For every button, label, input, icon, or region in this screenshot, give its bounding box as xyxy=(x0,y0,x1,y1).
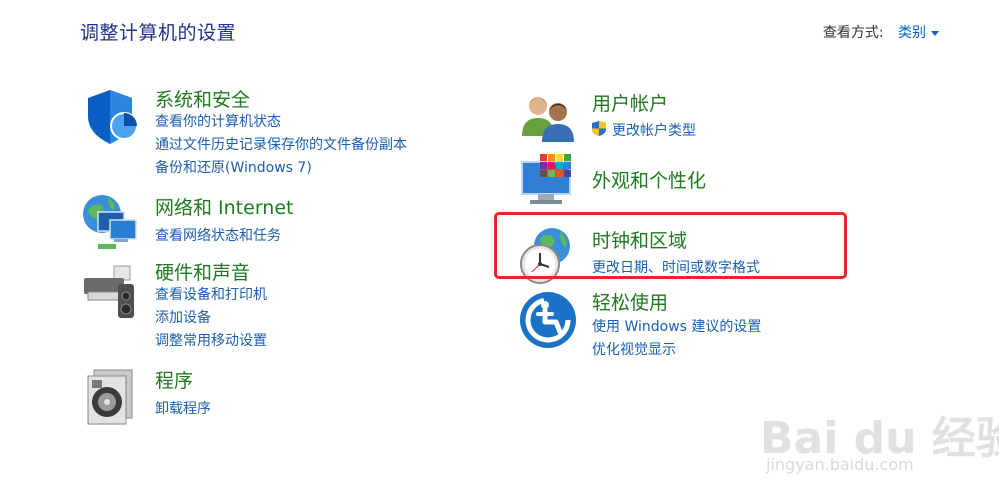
link-backup-restore[interactable]: 备份和还原(Windows 7) xyxy=(155,157,312,177)
uac-shield-icon xyxy=(592,121,606,136)
link-devices-printers[interactable]: 查看设备和打印机 xyxy=(155,284,267,304)
category-title-system-security[interactable]: 系统和安全 xyxy=(155,85,250,112)
highlight-box xyxy=(494,212,847,279)
link-network-status[interactable]: 查看网络状态和任务 xyxy=(155,225,281,245)
view-by-label: 查看方式: xyxy=(822,25,884,41)
link-change-account-type[interactable]: 更改帐户类型 xyxy=(612,120,696,140)
printer-icon xyxy=(84,265,134,318)
programs-disc-icon xyxy=(87,369,133,425)
view-by-dropdown[interactable]: 类别 xyxy=(898,25,939,41)
category-title-appearance[interactable]: 外观和个性化 xyxy=(592,166,706,193)
category-title-network-internet[interactable]: 网络和 Internet xyxy=(155,193,293,220)
link-mobility-settings[interactable]: 调整常用移动设置 xyxy=(155,330,267,350)
view-by: 查看方式: 类别 xyxy=(823,22,939,42)
baidu-watermark-url: jingyan.baidu.com xyxy=(766,455,914,474)
page-title: 调整计算机的设置 xyxy=(80,22,237,44)
link-recommended-settings[interactable]: 使用 Windows 建议的设置 xyxy=(592,316,761,336)
category-title-programs[interactable]: 程序 xyxy=(155,366,193,393)
link-view-computer-status[interactable]: 查看你的计算机状态 xyxy=(155,111,281,131)
network-globe-icon xyxy=(83,195,137,249)
appearance-icon xyxy=(521,154,571,204)
ease-of-access-icon xyxy=(520,292,576,348)
category-title-user-accounts[interactable]: 用户帐户 xyxy=(592,89,668,116)
link-file-history[interactable]: 通过文件历史记录保存你的文件备份副本 xyxy=(155,134,407,154)
shield-icon xyxy=(88,90,138,144)
view-by-value: 类别 xyxy=(898,25,926,41)
users-icon xyxy=(522,97,574,142)
dropdown-caret-icon xyxy=(931,30,939,36)
category-title-hardware-sound[interactable]: 硬件和声音 xyxy=(155,258,250,285)
link-uninstall-program[interactable]: 卸载程序 xyxy=(155,398,211,418)
category-title-ease-of-access[interactable]: 轻松使用 xyxy=(592,288,668,315)
link-add-device[interactable]: 添加设备 xyxy=(155,307,211,327)
link-optimize-visual-display[interactable]: 优化视觉显示 xyxy=(592,339,676,359)
